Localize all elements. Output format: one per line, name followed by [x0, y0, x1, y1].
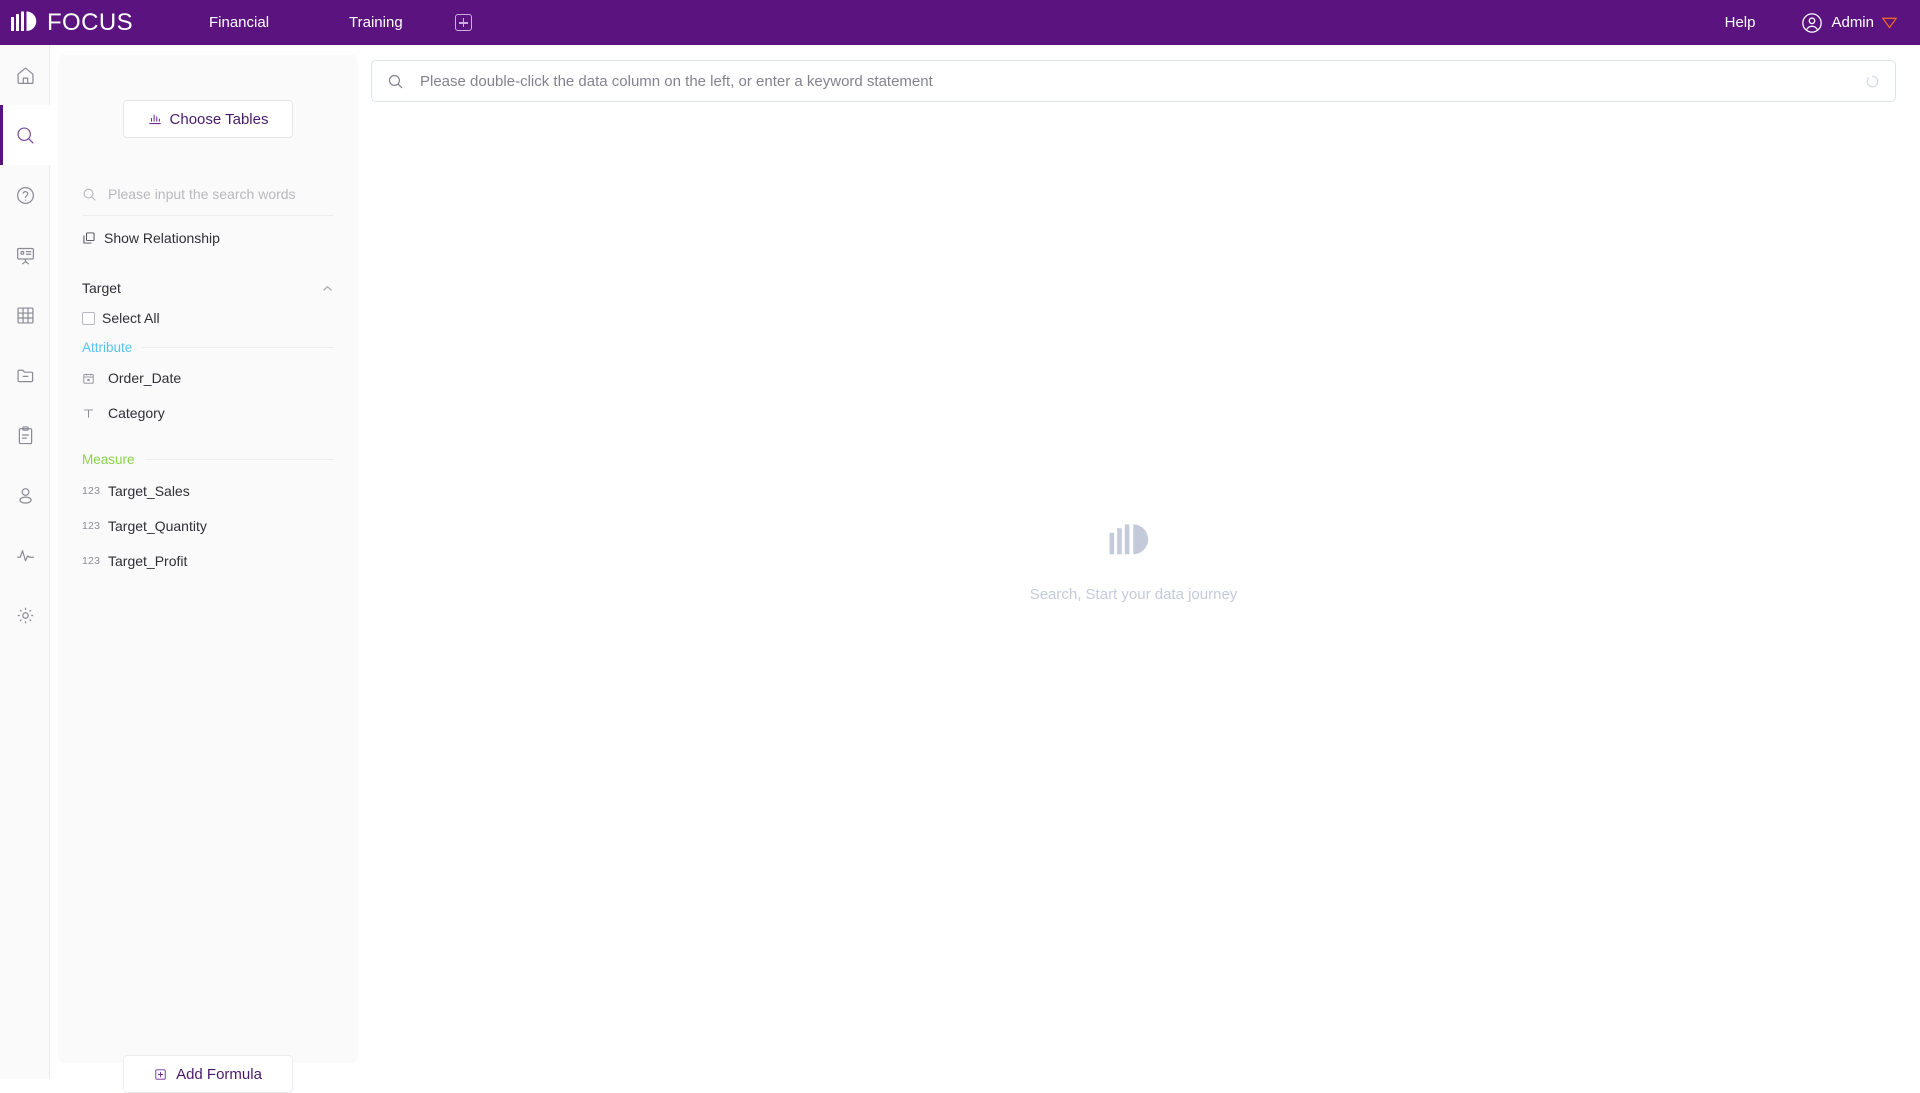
rail-item-table[interactable] — [0, 285, 50, 345]
rail-item-folder[interactable] — [0, 345, 50, 405]
layers-link-icon — [83, 232, 95, 244]
group-divider — [142, 346, 334, 348]
focus-logo-icon — [11, 11, 37, 31]
empty-state-text: Search, Start your data journey — [1029, 585, 1238, 603]
help-link[interactable]: Help — [1725, 14, 1756, 31]
main-content: Search, Start your data journey — [371, 45, 1920, 1079]
number-icon-label: 123 — [82, 485, 101, 497]
select-all-checkbox[interactable]: Select All — [82, 310, 160, 326]
search-icon — [16, 126, 34, 144]
rail-item-clipboard[interactable] — [0, 405, 50, 465]
gear-icon — [17, 607, 33, 623]
number-icon: 123 — [82, 485, 108, 497]
rail-item-presentation[interactable] — [0, 225, 50, 285]
tab-financial[interactable]: Financial — [199, 14, 279, 31]
focus-logo-icon — [1109, 523, 1148, 554]
field-name: Target_Quantity — [108, 518, 207, 534]
rail-item-help[interactable] — [0, 165, 50, 225]
field-name: Order_Date — [108, 370, 182, 386]
choose-tables-button[interactable]: Choose Tables — [123, 100, 293, 138]
user-name: Admin — [1831, 14, 1874, 31]
plus-square-icon — [454, 14, 472, 31]
field-row-target-sales[interactable]: 123 Target_Sales — [82, 481, 334, 501]
user-icon — [18, 487, 32, 504]
group-label: Measure — [82, 451, 135, 467]
brand-name: FOCUS — [47, 8, 133, 36]
table-name: Target — [82, 280, 121, 296]
group-header-measure: Measure — [82, 450, 334, 468]
user-circle-icon — [1802, 12, 1823, 33]
rail-item-home[interactable] — [0, 45, 50, 105]
empty-state: Search, Start your data journey — [371, 45, 1896, 1079]
field-row-category[interactable]: Category — [82, 403, 334, 423]
search-icon — [83, 188, 96, 201]
top-header: FOCUS Financial Training Help Admin — [0, 0, 1920, 45]
rail-item-search[interactable] — [0, 105, 50, 165]
number-icon: 123 — [82, 520, 108, 532]
checkbox-box[interactable] — [82, 311, 95, 325]
number-icon-label: 123 — [82, 520, 101, 532]
select-all-label: Select All — [102, 310, 160, 326]
panel-divider — [82, 215, 334, 216]
header-right: Help Admin — [1725, 0, 1898, 45]
main-search-bar[interactable] — [371, 60, 1896, 102]
rail-item-activity[interactable] — [0, 525, 50, 585]
rail-item-settings[interactable] — [0, 585, 50, 645]
show-relationship-label: Show Relationship — [104, 230, 220, 246]
activity-pulse-icon — [16, 549, 34, 561]
field-row-target-profit[interactable]: 123 Target_Profit — [82, 551, 334, 571]
question-circle-icon — [16, 186, 34, 204]
data-panel: Choose Tables Show Relationship Target S… — [58, 55, 358, 1093]
table-group-header-target[interactable]: Target — [82, 277, 334, 299]
group-label: Attribute — [82, 339, 133, 355]
panel-search-box[interactable] — [82, 177, 334, 211]
table-grid-icon — [16, 306, 34, 324]
brand: FOCUS — [10, 0, 133, 45]
search-icon — [388, 74, 403, 88]
left-icon-rail — [0, 45, 50, 1079]
calendar-icon — [82, 372, 108, 385]
bar-chart-icon — [148, 114, 161, 125]
panel-search-input[interactable] — [106, 185, 316, 203]
rail-item-user[interactable] — [0, 465, 50, 525]
folder-minus-icon — [16, 369, 33, 382]
home-icon — [16, 66, 34, 84]
chevron-up-icon[interactable] — [321, 282, 334, 295]
group-header-attribute: Attribute — [82, 338, 334, 356]
tab-training[interactable]: Training — [339, 14, 413, 31]
field-name: Target_Sales — [108, 483, 190, 499]
user-menu[interactable]: Admin — [1801, 12, 1898, 34]
nav-tabs: Financial Training — [199, 0, 473, 45]
presentation-icon — [16, 247, 34, 264]
text-type-icon — [82, 407, 108, 420]
main-search-input[interactable] — [418, 71, 1865, 91]
add-formula-label: Add Formula — [176, 1065, 262, 1083]
clipboard-icon — [18, 425, 32, 444]
number-icon-label: 123 — [82, 555, 101, 567]
add-formula-button[interactable]: Add Formula — [123, 1055, 293, 1093]
spinner-icon — [1866, 75, 1879, 87]
group-divider — [144, 458, 334, 460]
show-relationship-button[interactable]: Show Relationship — [82, 230, 220, 246]
field-row-order-date[interactable]: Order_Date — [82, 368, 334, 388]
gem-icon — [1881, 17, 1898, 29]
choose-tables-label: Choose Tables — [169, 110, 269, 128]
field-name: Category — [108, 405, 165, 421]
field-name: Target_Profit — [108, 553, 188, 569]
number-icon: 123 — [82, 555, 108, 567]
field-row-target-quantity[interactable]: 123 Target_Quantity — [82, 516, 334, 536]
